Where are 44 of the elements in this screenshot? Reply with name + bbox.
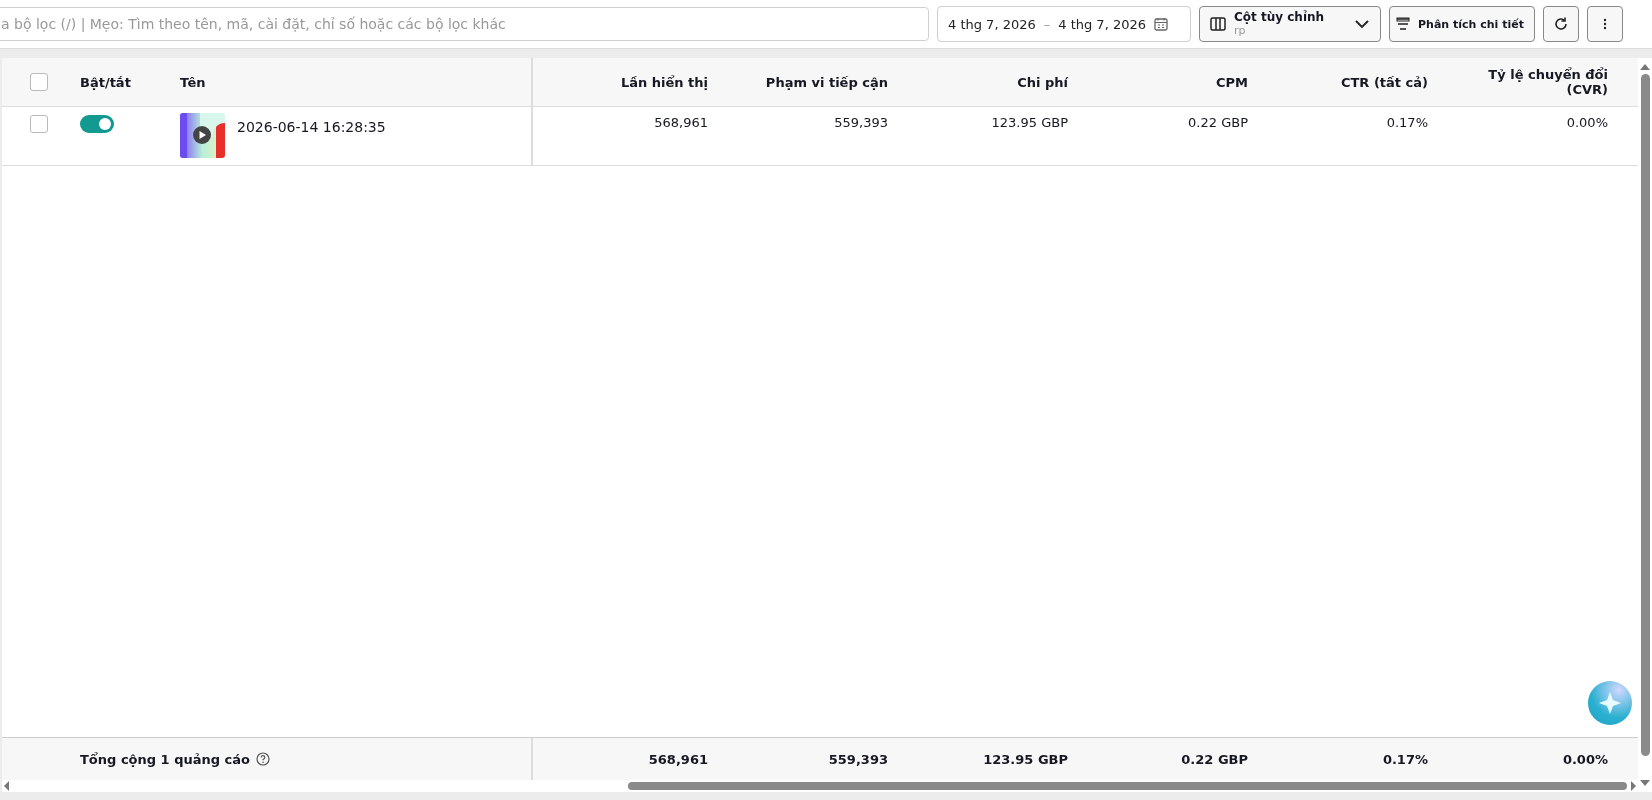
row-checkbox[interactable] [30, 115, 48, 133]
ad-name: 2026-06-14 16:28:35 [237, 119, 386, 135]
sparkle-icon [1597, 690, 1623, 716]
search-field[interactable]: a bộ lọc (/) | Mẹo: Tìm theo tên, mã, cài đặt, chỉ số hoặc các bộ lọc khác [0, 7, 929, 41]
total-cell: 559,393 [828, 751, 888, 767]
column-header: Chi phí [1017, 74, 1068, 90]
breakdown-icon [1396, 17, 1410, 31]
column-header: Tên [180, 74, 206, 90]
vertical-scrollbar[interactable] [1640, 74, 1650, 756]
total-cell: 123.95 GBP [983, 751, 1068, 767]
calendar-icon [1154, 17, 1168, 31]
total-cell: 568,961 [648, 751, 708, 767]
column-header: Bật/tắt [80, 74, 131, 90]
toggle-switch[interactable] [80, 115, 114, 133]
table-cell: 0.22 GBP [1188, 115, 1248, 130]
table-cell: 568,961 [654, 115, 708, 130]
refresh-button[interactable] [1543, 6, 1579, 42]
total-cell: 0.17% [1382, 751, 1428, 767]
table-cell: 559,393 [834, 115, 888, 130]
select-all-checkbox[interactable] [30, 73, 48, 91]
column-header: Lần hiển thị [620, 74, 708, 90]
more-options-button[interactable] [1587, 6, 1623, 42]
refresh-icon [1553, 16, 1569, 32]
column-header: CPM [1216, 74, 1248, 90]
column-header: Phạm vi tiếp cận [765, 74, 888, 90]
help-icon[interactable] [256, 752, 270, 766]
table-cell: 0.00% [1566, 115, 1608, 130]
columns-icon [1210, 17, 1226, 31]
custom-columns-button[interactable]: Cột tùy chỉnh rp [1199, 6, 1381, 42]
scroll-down-icon[interactable] [1640, 780, 1650, 786]
assistant-button[interactable] [1588, 681, 1632, 725]
date-range-field[interactable]: 4 thg 7, 2026 – 4 thg 7, 2026 [937, 6, 1191, 42]
column-header: CTR (tất cả) [1340, 74, 1428, 90]
scroll-left-icon[interactable] [4, 781, 9, 791]
breakdown-button[interactable]: Phân tích chi tiết [1389, 6, 1535, 42]
more-icon [1603, 18, 1607, 30]
total-cell: 0.22 GBP [1181, 751, 1248, 767]
table-cell: 0.17% [1386, 115, 1428, 130]
total-label: Tổng cộng 1 quảng cáo [80, 751, 250, 767]
total-cell: 0.00% [1562, 751, 1608, 767]
column-header: Tỷ lệ chuyển đổi (CVR) [1488, 67, 1608, 97]
chevron-down-icon [1354, 19, 1370, 29]
table-cell: 123.95 GBP [991, 115, 1068, 130]
horizontal-scrollbar[interactable] [628, 782, 1627, 790]
